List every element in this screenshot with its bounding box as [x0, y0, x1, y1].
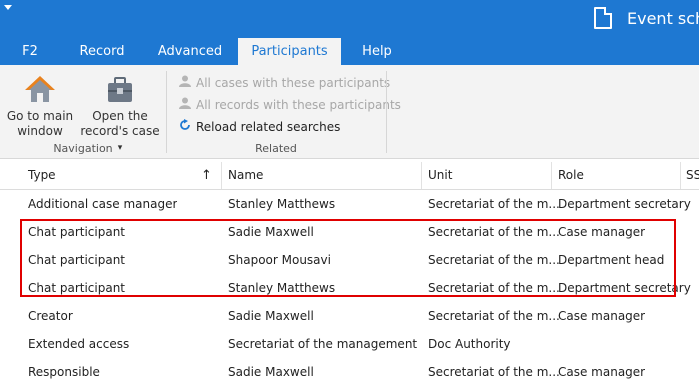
go-main-label-line1: Go to main [6, 109, 74, 123]
all-cases-button[interactable]: All cases with these participants [178, 74, 390, 92]
column-header-role[interactable]: Role [558, 162, 584, 189]
open-case-label-line2: record's case [80, 124, 160, 138]
group-label-related: Related [255, 142, 297, 155]
quick-access-dropdown-icon[interactable] [4, 5, 12, 10]
group-label-navigation: Navigation [53, 142, 113, 155]
group-divider [386, 71, 387, 153]
table-row[interactable]: Extended access Secretariat of the manag… [0, 330, 699, 358]
tab-f2[interactable]: F2 [10, 38, 50, 65]
ribbon-tabs: F2 Record Advanced Participants Help [0, 38, 699, 65]
column-header-unit[interactable]: Unit [428, 162, 452, 189]
cell-unit: Secretariat of the m... [428, 309, 560, 323]
cell-name: Sadie Maxwell [228, 309, 314, 323]
title-bar: Event sche [0, 0, 699, 38]
cell-type: Creator [28, 309, 73, 323]
column-header-ss[interactable]: SS [686, 162, 699, 189]
reload-related-searches-button[interactable]: Reload related searches [178, 118, 340, 136]
home-icon [25, 76, 55, 102]
cell-name: Stanley Matthews [228, 197, 336, 211]
all-records-button[interactable]: All records with these participants [178, 96, 401, 114]
window-title: Event sche [627, 9, 699, 28]
go-to-main-window-button[interactable]: Go to main window [4, 75, 76, 139]
table-row[interactable]: Creator Sadie Maxwell Secretariat of the… [0, 302, 699, 330]
table-row[interactable]: Responsible Sadie Maxwell Secretariat of… [0, 358, 699, 386]
person-icon [178, 96, 192, 114]
column-header-type[interactable]: Type [28, 162, 56, 189]
group-divider [166, 71, 167, 153]
reload-icon [178, 118, 192, 136]
cell-type: Additional case manager [28, 197, 178, 211]
column-header-name[interactable]: Name [228, 162, 263, 189]
cell-role: Case manager [558, 309, 646, 323]
all-records-label: All records with these participants [196, 98, 401, 112]
tab-record[interactable]: Record [70, 38, 134, 65]
open-case-label-line1: Open the [92, 109, 148, 123]
column-divider[interactable] [221, 162, 222, 189]
all-cases-label: All cases with these participants [196, 76, 391, 90]
highlight-box [20, 219, 676, 297]
table-row[interactable]: Additional case manager Stanley Matthews… [0, 190, 699, 218]
ribbon: Go to main window Open the record's case… [0, 65, 699, 159]
column-divider[interactable] [551, 162, 552, 189]
cell-role: Department secretary [558, 197, 691, 211]
cell-name: Sadie Maxwell [228, 365, 314, 379]
go-main-label-line2: window [17, 124, 63, 138]
column-divider[interactable] [680, 162, 681, 189]
cell-unit: Secretariat of the m... [428, 365, 560, 379]
grid-header: Type ↑ Name Unit Role SS [0, 162, 699, 190]
cell-name: Secretariat of the management [228, 337, 418, 351]
tab-participants[interactable]: Participants [238, 38, 341, 65]
person-icon [178, 74, 192, 92]
cell-type: Extended access [28, 337, 130, 351]
cell-unit: Doc Authority [428, 337, 511, 351]
tab-advanced[interactable]: Advanced [150, 38, 230, 65]
briefcase-icon [108, 77, 132, 102]
cell-role: Case manager [558, 365, 646, 379]
reload-label: Reload related searches [196, 120, 341, 134]
sort-ascending-icon: ↑ [201, 168, 212, 183]
document-icon [594, 7, 612, 29]
column-divider[interactable] [421, 162, 422, 189]
cell-unit: Secretariat of the m... [428, 197, 560, 211]
tab-help[interactable]: Help [352, 38, 402, 65]
cell-type: Responsible [28, 365, 100, 379]
